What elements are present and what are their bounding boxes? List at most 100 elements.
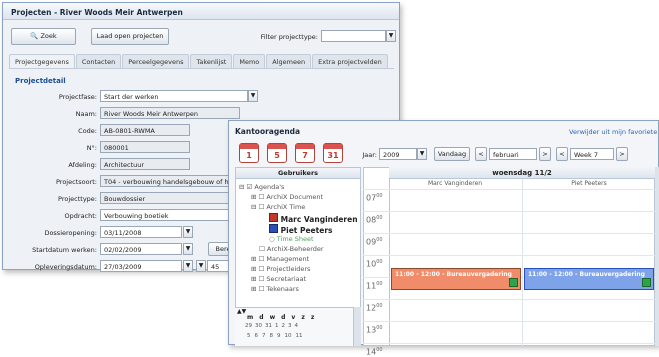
event-marker-icon bbox=[509, 278, 518, 287]
name-label: Naam: bbox=[75, 110, 97, 118]
tree-time-sheet[interactable]: ○ Time Sheet bbox=[269, 235, 314, 243]
project-sort-field[interactable]: T04 - verbouwing handelsgebouw of horeca bbox=[100, 175, 235, 187]
search-icon: 🔍 bbox=[30, 32, 39, 40]
filter-project-type-label: Filter projecttype: bbox=[260, 33, 318, 41]
mini-calendar-week-row-2[interactable]: 5 6 7 8 9 10 11 bbox=[247, 333, 303, 339]
tree-marc-vanginderen[interactable]: Marc Vanginderen bbox=[269, 213, 358, 224]
projects-window-title: Projecten - River Woods Meir Antwerpen bbox=[3, 3, 399, 20]
hour-label: 0700 bbox=[366, 193, 383, 203]
hour-line bbox=[363, 233, 655, 234]
checkbox-blue bbox=[269, 224, 278, 233]
event-marc-meeting[interactable]: 11:00 - 12:00 - Bureauvergadering bbox=[391, 268, 521, 290]
users-header-label: Gebruikers bbox=[277, 169, 319, 177]
tab-memo[interactable]: Memo bbox=[233, 54, 266, 69]
tree-management[interactable]: ⊞ ☐ Management bbox=[251, 255, 309, 263]
event-piet-meeting[interactable]: 11:00 - 12:00 - Bureauvergadering bbox=[524, 268, 654, 290]
tree-piet-peeters[interactable]: Piet Peeters bbox=[269, 224, 332, 235]
hour-label: 0900 bbox=[366, 237, 383, 247]
day-header-label: woensdag 11/2 bbox=[492, 169, 552, 177]
week-field[interactable]: Week 7 bbox=[570, 148, 614, 160]
delivery-date-label: Opleveringsdatum: bbox=[34, 263, 97, 271]
tab-projectgegevens[interactable]: Projectgegevens bbox=[9, 54, 75, 69]
load-open-projects-label: Laad open projecten bbox=[96, 32, 164, 40]
month-view-icon[interactable]: 31 bbox=[323, 143, 343, 163]
department-label: Afdeling: bbox=[68, 161, 97, 169]
tree-projectleiders[interactable]: ⊞ ☐ Projectleiders bbox=[251, 265, 310, 273]
hour-line bbox=[363, 299, 655, 300]
year-select[interactable]: 2009 bbox=[379, 148, 417, 160]
phase-dropdown-arrow[interactable]: ▼ bbox=[248, 90, 258, 102]
tree-tekenaars[interactable]: ⊞ ☐ Tekenaars bbox=[251, 285, 299, 293]
code-field[interactable]: AB-0801-RWMA bbox=[100, 124, 190, 136]
department-field[interactable]: Architectuur bbox=[100, 158, 190, 170]
event-marc-meeting-label: 11:00 - 12:00 - Bureauvergadering bbox=[395, 271, 512, 278]
hour-line bbox=[363, 255, 655, 256]
number-label: N°: bbox=[86, 144, 97, 152]
day-view-scrollbar[interactable] bbox=[655, 167, 659, 346]
day-view-icon[interactable]: 1 bbox=[239, 143, 259, 163]
project-sort-label: Projectsoort: bbox=[56, 178, 97, 186]
tree-secretariaat[interactable]: ⊞ ☐ Secretariaat bbox=[251, 275, 306, 283]
checkbox-red bbox=[269, 213, 278, 222]
tab-algemeen[interactable]: Algemeen bbox=[266, 54, 312, 69]
tab-perceelgegevens[interactable]: Perceelgegevens bbox=[122, 54, 190, 69]
column-header-marc: Marc Vanginderen bbox=[427, 180, 483, 187]
tree-agendas[interactable]: ⊟ ☑ Agenda's bbox=[239, 183, 284, 191]
month-field[interactable]: februari bbox=[489, 148, 537, 160]
circle-green-icon: ○ bbox=[269, 235, 275, 243]
tab-extra-projectvelden[interactable]: Extra projectvelden bbox=[312, 54, 388, 69]
workweek-view-icon[interactable]: 5 bbox=[267, 143, 287, 163]
day-header: woensdag 11/2 bbox=[389, 167, 655, 179]
week-view-icon[interactable]: 7 bbox=[295, 143, 315, 163]
year-label: Jaar: bbox=[362, 151, 377, 159]
filter-project-type-select[interactable] bbox=[321, 30, 386, 42]
file-opening-label: Dossieropening: bbox=[44, 229, 97, 237]
remove-favorites-link[interactable]: Verwijder uit mijn favoriete bbox=[569, 128, 657, 136]
delivery-date-dropdown-arrow[interactable]: ▼ bbox=[183, 260, 193, 272]
phase-select[interactable]: Start der werken bbox=[100, 90, 248, 102]
year-dropdown-arrow[interactable]: ▼ bbox=[417, 148, 427, 160]
tab-contacten[interactable]: Contacten bbox=[75, 54, 122, 69]
project-type-field[interactable]: Bouwdossier bbox=[100, 192, 235, 204]
prev-month-button[interactable]: < bbox=[475, 147, 487, 161]
prev-week-button[interactable]: < bbox=[556, 147, 568, 161]
tab-takenlijst[interactable]: Takenlijst bbox=[190, 54, 233, 69]
start-date-dropdown-arrow[interactable]: ▼ bbox=[183, 243, 193, 255]
load-open-projects-button[interactable]: Laad open projecten bbox=[91, 28, 169, 45]
tree-archix-time[interactable]: ⊟ ☐ ArchiX Time bbox=[251, 203, 305, 211]
assignment-field[interactable]: Verbouwing boetiek bbox=[100, 209, 235, 221]
tree-archix-beheerder[interactable]: ☐ ArchiX-Beheerder bbox=[259, 245, 324, 253]
delivery-date-field[interactable]: 27/03/2009 bbox=[100, 260, 182, 272]
hour-line bbox=[363, 211, 655, 212]
name-field[interactable]: River Woods Meir Antwerpen bbox=[100, 107, 240, 119]
phase-label: Projectfase: bbox=[58, 93, 97, 101]
column-header-piet: Piet Peeters bbox=[571, 180, 607, 187]
hour-label: 1000 bbox=[366, 259, 383, 269]
tree-archix-document[interactable]: ⊞ ☐ ArchiX Document bbox=[251, 193, 323, 201]
today-button[interactable]: Vandaag bbox=[434, 147, 470, 161]
start-date-field[interactable]: 02/02/2009 bbox=[100, 243, 182, 255]
project-detail-heading: Projectdetail bbox=[15, 77, 66, 85]
file-opening-dropdown-arrow[interactable]: ▼ bbox=[183, 226, 193, 238]
hour-label: 1300 bbox=[366, 325, 383, 335]
code-label: Code: bbox=[78, 127, 97, 135]
search-button-label: Zoek bbox=[40, 32, 57, 40]
project-tabs: Projectgegevens Contacten Perceelgegeven… bbox=[9, 54, 388, 69]
agenda-window-title: Kantooragenda bbox=[235, 127, 301, 136]
file-opening-date[interactable]: 03/11/2008 bbox=[100, 226, 182, 238]
project-type-label: Projecttype: bbox=[58, 195, 97, 203]
start-date-label: Startdatum werken: bbox=[32, 246, 97, 254]
next-week-button[interactable]: > bbox=[616, 147, 628, 161]
mini-calendar-week-row-1[interactable]: 29 30 31 1 2 3 4 bbox=[245, 323, 298, 329]
search-button[interactable]: 🔍 Zoek bbox=[11, 28, 76, 45]
tab-content-divider bbox=[9, 68, 394, 69]
number-field[interactable]: 080001 bbox=[100, 141, 190, 153]
mini-calendar-day-row: mdwdvzz bbox=[247, 314, 315, 321]
filter-dropdown-arrow[interactable]: ▼ bbox=[386, 30, 396, 42]
mini-calendar-scrollbar[interactable] bbox=[353, 307, 361, 346]
duration-dropdown-arrow[interactable]: ▼ bbox=[196, 260, 206, 272]
next-month-button[interactable]: > bbox=[539, 147, 551, 161]
hour-label: 1400 bbox=[366, 347, 383, 357]
hour-line bbox=[363, 343, 655, 344]
mini-calendar-nav-icon[interactable]: ▲▼ bbox=[237, 308, 246, 315]
